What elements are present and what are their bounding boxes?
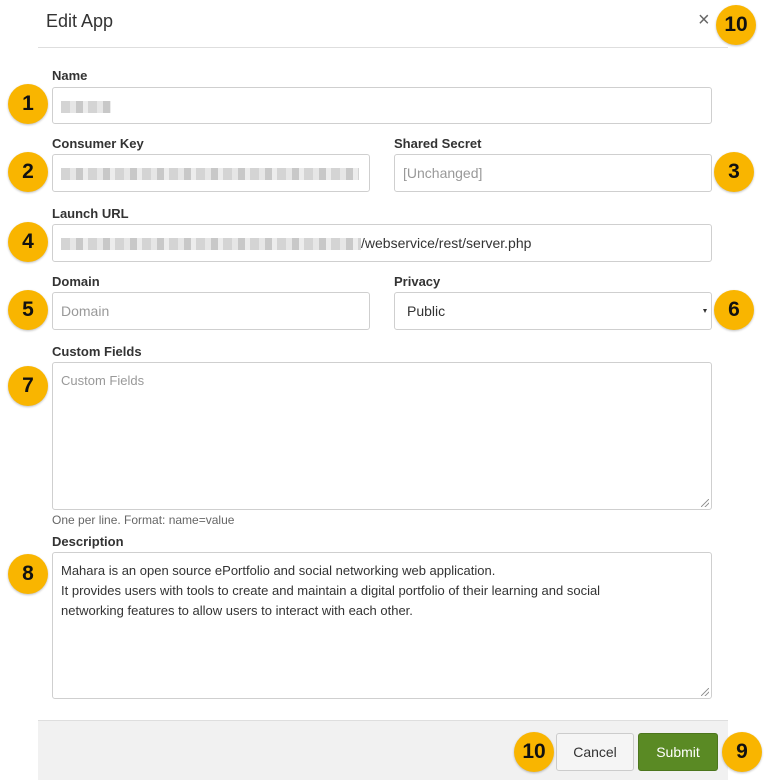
callout-badge-9: 9	[722, 732, 762, 772]
dialog-header: Edit App	[38, 0, 728, 48]
resize-grip-icon[interactable]	[701, 499, 709, 507]
resize-grip-icon[interactable]	[701, 688, 709, 696]
callout-badge-4: 4	[8, 222, 48, 262]
name-input[interactable]	[52, 87, 712, 124]
launch-url-suffix: /webservice/rest/server.php	[361, 235, 532, 251]
callout-badge-5: 5	[8, 290, 48, 330]
redacted-launch-url-host	[61, 238, 361, 251]
domain-input[interactable]: Domain	[52, 292, 370, 330]
name-label: Name	[52, 68, 88, 83]
description-line: It provides users with tools to create a…	[61, 583, 601, 598]
submit-button[interactable]: Submit	[638, 733, 718, 771]
redacted-consumer-key	[61, 168, 359, 181]
close-icon[interactable]: ×	[698, 10, 710, 30]
callout-badge-10: 10	[514, 732, 554, 772]
callout-badge-7: 7	[8, 366, 48, 406]
dialog-title: Edit App	[46, 11, 114, 31]
privacy-selected-value: Public	[407, 303, 446, 319]
description-label: Description	[52, 534, 124, 549]
description-line: networking features to allow users to in…	[61, 603, 413, 618]
launch-url-input[interactable]: /webservice/rest/server.php	[52, 224, 712, 262]
callout-badge-3: 3	[714, 152, 754, 192]
privacy-select[interactable]: Public	[394, 292, 712, 330]
consumer-key-input[interactable]	[52, 154, 370, 192]
privacy-label: Privacy	[394, 274, 441, 289]
shared-secret-placeholder: [Unchanged]	[403, 165, 483, 181]
domain-label: Domain	[52, 274, 100, 289]
callout-badge-2: 2	[8, 152, 48, 192]
callout-badge-1: 1	[8, 84, 48, 124]
callout-badge-10: 10	[716, 5, 756, 45]
launch-url-label: Launch URL	[52, 206, 129, 221]
description-textarea[interactable]: Mahara is an open source ePortfolio and …	[52, 552, 712, 699]
redacted-name-value	[61, 100, 111, 113]
custom-fields-label: Custom Fields	[52, 344, 142, 359]
callout-badge-8: 8	[8, 554, 48, 594]
cancel-button[interactable]: Cancel	[556, 733, 634, 771]
custom-fields-help: One per line. Format: name=value	[52, 513, 235, 527]
description-line: Mahara is an open source ePortfolio and …	[61, 563, 496, 578]
custom-fields-placeholder: Custom Fields	[61, 373, 145, 388]
custom-fields-textarea[interactable]: Custom Fields	[52, 362, 712, 510]
shared-secret-input[interactable]: [Unchanged]	[394, 154, 712, 192]
callout-badge-6: 6	[714, 290, 754, 330]
consumer-key-label: Consumer Key	[52, 136, 144, 151]
shared-secret-label: Shared Secret	[394, 136, 482, 151]
chevron-down-icon	[703, 309, 707, 313]
domain-placeholder: Domain	[61, 303, 110, 319]
